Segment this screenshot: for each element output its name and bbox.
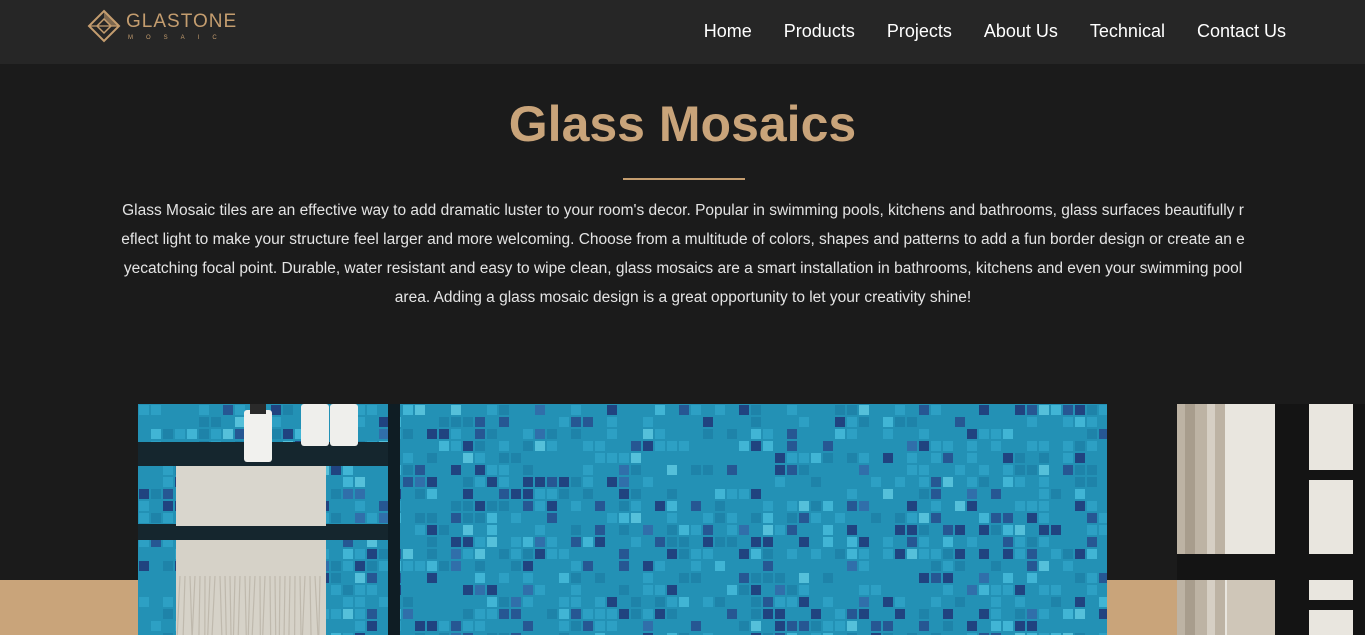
bottle-icon bbox=[330, 404, 358, 446]
bottle-icon bbox=[301, 404, 329, 446]
page: GLASTONE MOSAIC Home Products Projects A… bbox=[0, 0, 1365, 635]
main-nav: Home Products Projects About Us Technica… bbox=[672, 0, 1286, 62]
gallery-slide-mosaic[interactable] bbox=[138, 404, 1107, 635]
blue-mosaic-bathroom-photo bbox=[138, 404, 1107, 635]
nav-projects[interactable]: Projects bbox=[887, 21, 952, 42]
logo-tagline: MOSAIC bbox=[128, 34, 230, 41]
nav-home[interactable]: Home bbox=[704, 21, 752, 42]
towel bbox=[176, 466, 326, 526]
site-header: GLASTONE MOSAIC Home Products Projects A… bbox=[0, 0, 1365, 64]
page-title: Glass Mosaics bbox=[508, 96, 857, 152]
nav-about-us[interactable]: About Us bbox=[984, 21, 1058, 42]
gallery-slide-window[interactable] bbox=[1177, 404, 1365, 635]
shelf-lower bbox=[138, 524, 390, 540]
shelf-divider bbox=[388, 404, 400, 635]
logo-name: GLASTONE bbox=[126, 10, 238, 32]
window-frame-photo bbox=[1177, 404, 1365, 635]
title-divider bbox=[623, 178, 745, 180]
glastone-logo-icon bbox=[87, 9, 121, 43]
bottle-icon bbox=[244, 410, 272, 462]
nav-products[interactable]: Products bbox=[784, 21, 855, 42]
nav-contact-us[interactable]: Contact Us bbox=[1197, 21, 1286, 42]
intro-description: Glass Mosaic tiles are an effective way … bbox=[121, 202, 1245, 306]
site-logo[interactable]: GLASTONE MOSAIC bbox=[86, 6, 246, 46]
nav-technical[interactable]: Technical bbox=[1090, 21, 1165, 42]
